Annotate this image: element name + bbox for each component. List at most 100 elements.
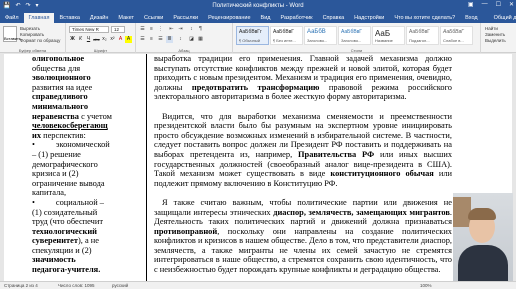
bold-text-run: их [32, 130, 42, 140]
tab-references[interactable]: Ссылки [139, 13, 168, 23]
sort-icon[interactable]: ↕ [188, 26, 195, 33]
borders-icon[interactable]: ▦ [197, 36, 204, 43]
tab-design[interactable]: Дизайн [85, 13, 114, 23]
style-no-spacing[interactable]: АаБбВвГ ¶ Без инте... [270, 26, 303, 45]
editing-group: Найти Заменить Выделить [481, 23, 516, 53]
subscript-button[interactable]: x₂ [101, 36, 108, 43]
style-name: Слабое в... [443, 38, 464, 43]
numbering-icon[interactable]: ≡ [148, 26, 155, 33]
document-page[interactable]: олигопольное общества для эволюционного раз… [4, 54, 512, 281]
bold-text-run: педагога-учителя. [32, 265, 101, 275]
tab-insert[interactable]: Вставка [54, 13, 84, 23]
style-sample: АаБ [375, 29, 391, 38]
zoom-level[interactable]: 100% [420, 282, 432, 289]
style-subtitle[interactable]: АаБбВвГ Подзагол... [406, 26, 439, 45]
font-size-select[interactable]: 12 [111, 26, 125, 33]
tab-view[interactable]: Вид [256, 13, 276, 23]
tab-home[interactable]: Главная [23, 13, 55, 23]
maximize-button[interactable]: ☐ [496, 1, 501, 8]
ribbon-tabs: Файл Главная Вставка Дизайн Макет Ссылки… [0, 12, 516, 23]
word-count[interactable]: Число слов: 1095 [58, 282, 95, 289]
justify-icon[interactable]: ≣ [166, 36, 173, 43]
style-name: Заголово... [341, 38, 362, 43]
left-column-line: их перспектив: [32, 131, 142, 141]
bold-text-run: эволюционного [32, 73, 91, 83]
table-right-column[interactable]: выработка традиции его применения. Главн… [154, 54, 454, 281]
close-button[interactable]: ✕ [509, 1, 514, 8]
document-table: олигопольное общества для эволюционного раз… [4, 54, 512, 281]
bold-button[interactable]: Ж [69, 36, 76, 43]
style-heading-1[interactable]: АаБбВ Заголово... [304, 26, 337, 45]
tell-me-search[interactable]: Что вы хотите сделать? [389, 13, 460, 23]
font-name-select[interactable]: Times New R [69, 26, 109, 33]
tab-layout[interactable]: Макет [113, 13, 139, 23]
superscript-button[interactable]: x² [109, 36, 116, 43]
tab-mailings[interactable]: Рассылки [168, 13, 203, 23]
language-indicator[interactable]: русский [112, 282, 128, 289]
style-normal[interactable]: АаБбВвГг ¶ Обычный [236, 26, 269, 45]
italic-button[interactable]: К [77, 36, 84, 43]
copy-button[interactable]: Копировать [20, 32, 44, 37]
select-button[interactable]: Выделить [485, 38, 506, 43]
left-column-line: спекуляции и (2) [32, 246, 142, 256]
multilevel-list-icon[interactable]: ⋮ [157, 26, 164, 33]
find-button[interactable]: Найти [485, 26, 498, 31]
increase-indent-icon[interactable]: ⇥ [177, 26, 184, 33]
style-title[interactable]: АаБ Название [372, 26, 405, 45]
left-column-line: человекосберегающ [32, 121, 142, 131]
ribbon: Вставить Вырезать Копировать Формат по о… [0, 23, 516, 53]
strikethrough-button[interactable]: abc [93, 36, 100, 43]
left-column-line: развития на идее [32, 83, 142, 93]
paragraph-label: Абзац [178, 48, 190, 53]
window-controls: ▣ — ☐ ✕ [468, 1, 514, 8]
bold-text-run: суверенитет [32, 236, 79, 246]
text-run: – (1) решение [32, 149, 81, 159]
document-paragraph: Я также считаю важным, чтобы политически… [154, 198, 452, 275]
decrease-indent-icon[interactable]: ⇤ [168, 26, 175, 33]
page-indicator[interactable]: Страница 2 из 4 [4, 282, 38, 289]
highlight-button[interactable]: A [125, 36, 132, 43]
text-run: перспектив: [41, 130, 86, 140]
left-column-line: ограничение вывода [32, 179, 142, 189]
show-marks-icon[interactable]: ¶ [197, 26, 204, 33]
webcam-overlay: Валентин Петров [453, 193, 513, 289]
replace-button[interactable]: Заменить [485, 32, 505, 37]
text-run: • социальной – [32, 197, 104, 207]
tab-addins[interactable]: Надстройки [349, 13, 389, 23]
align-center-icon[interactable]: ≡ [148, 36, 155, 43]
tab-developer[interactable]: Разработчик [276, 13, 318, 23]
clipboard-group: Вставить Вырезать Копировать Формат по о… [0, 23, 66, 53]
text-run: ограничение вывода [32, 178, 105, 188]
underline-button[interactable]: Ч [85, 36, 92, 43]
line-spacing-icon[interactable]: ↕ [177, 36, 184, 43]
shading-icon[interactable]: ◪ [188, 36, 195, 43]
minimize-button[interactable]: — [482, 1, 488, 8]
tab-help[interactable]: Справка [318, 13, 350, 23]
cut-button[interactable]: Вырезать [20, 26, 40, 31]
text-run: • экономической [32, 140, 110, 150]
tab-file[interactable]: Файл [0, 13, 24, 23]
share-button[interactable]: Общий доступ [489, 13, 516, 23]
left-column-line: демографического [32, 160, 142, 170]
style-subtle-emphasis[interactable]: АаБбВвГ Слабое в... [440, 26, 473, 45]
sign-in-link[interactable]: Вход [460, 13, 482, 23]
left-column-line: – (1) решение [32, 150, 142, 160]
left-column-line: педагога-учителя. [32, 265, 142, 275]
left-column-line: минимального [32, 102, 142, 112]
paste-button[interactable]: Вставить [3, 26, 21, 42]
bullets-icon[interactable]: ☰ [139, 26, 146, 33]
style-heading-2[interactable]: АаБбВвГ Заголово... [338, 26, 371, 45]
font-color-button[interactable]: A [117, 36, 124, 43]
left-column-line: капитала, [32, 188, 142, 198]
tab-review[interactable]: Рецензирование [203, 13, 255, 23]
align-right-icon[interactable]: ☰ [157, 36, 164, 43]
format-painter-button[interactable]: Формат по образцу [20, 38, 60, 43]
align-left-icon[interactable]: ☰ [139, 36, 146, 43]
ribbon-display-icon[interactable]: ▣ [468, 1, 474, 8]
left-column-line: (1) созидательный [32, 208, 142, 218]
table-left-column[interactable]: олигопольное общества для эволюционного раз… [4, 54, 147, 281]
bold-text-run: значимость [32, 255, 76, 265]
left-column-line: олигопольное [32, 54, 142, 64]
left-column-line: суверенитет), а не [32, 236, 142, 246]
document-area[interactable]: олигопольное общества для эволюционного раз… [0, 54, 516, 281]
